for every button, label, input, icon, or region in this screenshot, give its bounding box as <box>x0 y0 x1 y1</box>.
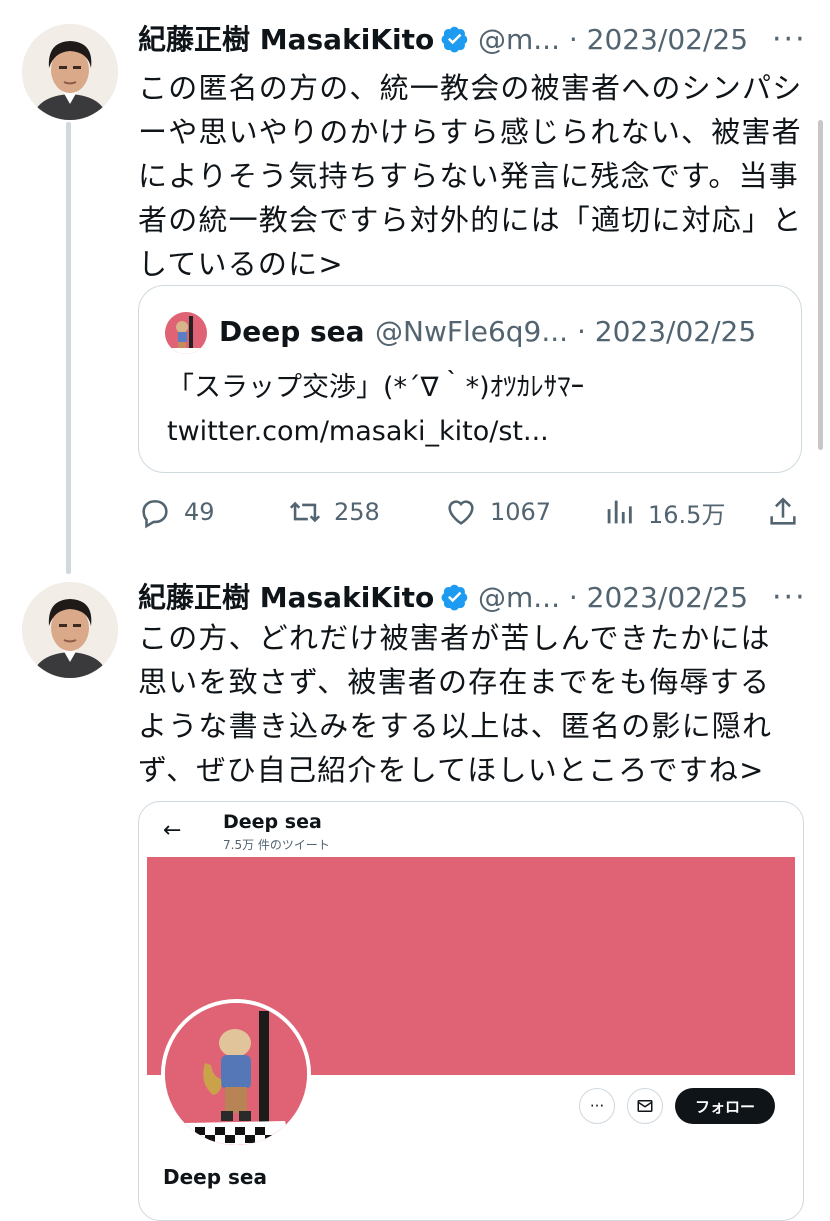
embed-message-icon <box>627 1088 663 1124</box>
quoted-author-name[interactable]: Deep sea <box>219 312 365 352</box>
reply-icon <box>142 500 168 529</box>
quoted-text: 「スラップ交渉」(*´∇｀*)ｵﾂｶﾚｻﾏｰ <box>167 372 585 403</box>
heart-icon <box>448 500 474 525</box>
tweet-text-line: ーや思いやりのかけらすら感じられない、被害者 <box>138 115 802 149</box>
views-count: 16.5万 <box>648 500 726 529</box>
views-button[interactable]: 16.5万 <box>602 488 725 536</box>
embed-profile-title: Deep sea <box>223 811 322 833</box>
views-chart-icon <box>607 500 632 524</box>
retweet-icon <box>289 501 321 523</box>
author-name[interactable]: 紀藤正樹 MasakiKito <box>138 578 434 618</box>
verified-badge-icon <box>441 584 468 611</box>
retweet-button[interactable]: 258 <box>288 488 380 536</box>
scrollbar[interactable] <box>818 120 823 450</box>
more-options-icon[interactable]: ··· <box>772 25 807 55</box>
handle-and-date[interactable]: @m... · 2023/02/25 <box>478 578 748 618</box>
tweet-actions: 49 258 1067 16.5万 <box>138 488 808 536</box>
profile-avatar <box>161 999 311 1149</box>
tweet-text-line: この匿名の方の、統一教会の被害者へのシンパシ <box>138 71 803 105</box>
reply-count: 49 <box>184 498 215 526</box>
retweet-count: 258 <box>334 498 380 526</box>
tweet-text-line: 者の統一教会ですら対外的には「適切に対応」と <box>138 203 803 237</box>
quoted-handle-and-date[interactable]: @NwFle6q9... · 2023/02/25 <box>375 312 756 352</box>
more-options-icon[interactable]: ··· <box>772 583 807 613</box>
avatar[interactable] <box>22 582 118 678</box>
like-count: 1067 <box>490 498 552 526</box>
embed-profile-name: Deep sea <box>163 1165 267 1189</box>
embed-follow-button: フォロー <box>675 1088 775 1124</box>
tweet-text: この方、どれだけ被害者が苦しんできたかには 思いを致さず、被害者の存在までをも侮… <box>138 616 808 792</box>
tweet-text-line: ず、ぜひ自己紹介をしてほしいところですね> <box>138 753 765 787</box>
handle-and-date[interactable]: @m... · 2023/02/25 <box>478 20 748 60</box>
author-name[interactable]: 紀藤正樹 MasakiKito <box>138 20 434 60</box>
share-button[interactable] <box>766 488 812 536</box>
tweet-header: 紀藤正樹 MasakiKito @m... · 2023/02/25 ··· <box>138 20 828 64</box>
avatar[interactable] <box>22 24 118 120</box>
verified-badge-icon <box>441 26 468 53</box>
tweet-text-line: この方、どれだけ被害者が苦しんできたかには <box>138 621 771 655</box>
tweet-text-line: 思いを致さず、被害者の存在までをも侮辱する <box>138 665 771 699</box>
tweet-text-line: によりそう気持ちすらない発言に残念です。当事 <box>138 159 799 193</box>
quoted-tweet[interactable]: Deep sea @NwFle6q9... · 2023/02/25 「スラップ… <box>138 285 802 473</box>
thread-line <box>66 122 71 574</box>
tweet-text: この匿名の方の、統一教会の被害者へのシンパシ ーや思いやりのかけらすら感じられな… <box>138 66 808 286</box>
embed-more-icon: ··· <box>579 1088 615 1124</box>
share-icon <box>770 497 796 525</box>
embed-tweet-count: 7.5万 件のツイート <box>223 838 330 852</box>
like-button[interactable]: 1067 <box>444 488 551 536</box>
quoted-avatar[interactable] <box>165 312 207 354</box>
back-arrow-icon: ← <box>163 818 182 843</box>
tweet-text-line: ような書き込みをする以上は、匿名の影に隠れ <box>138 709 773 743</box>
quoted-link[interactable]: twitter.com/masaki_kito/st... <box>167 412 549 452</box>
reply-button[interactable]: 49 <box>138 488 215 536</box>
tweet-text-line: しているのに> <box>138 247 344 281</box>
embedded-screenshot[interactable]: ← Deep sea 7.5万 件のツイート ··· フォロー Deep sea <box>138 801 804 1221</box>
